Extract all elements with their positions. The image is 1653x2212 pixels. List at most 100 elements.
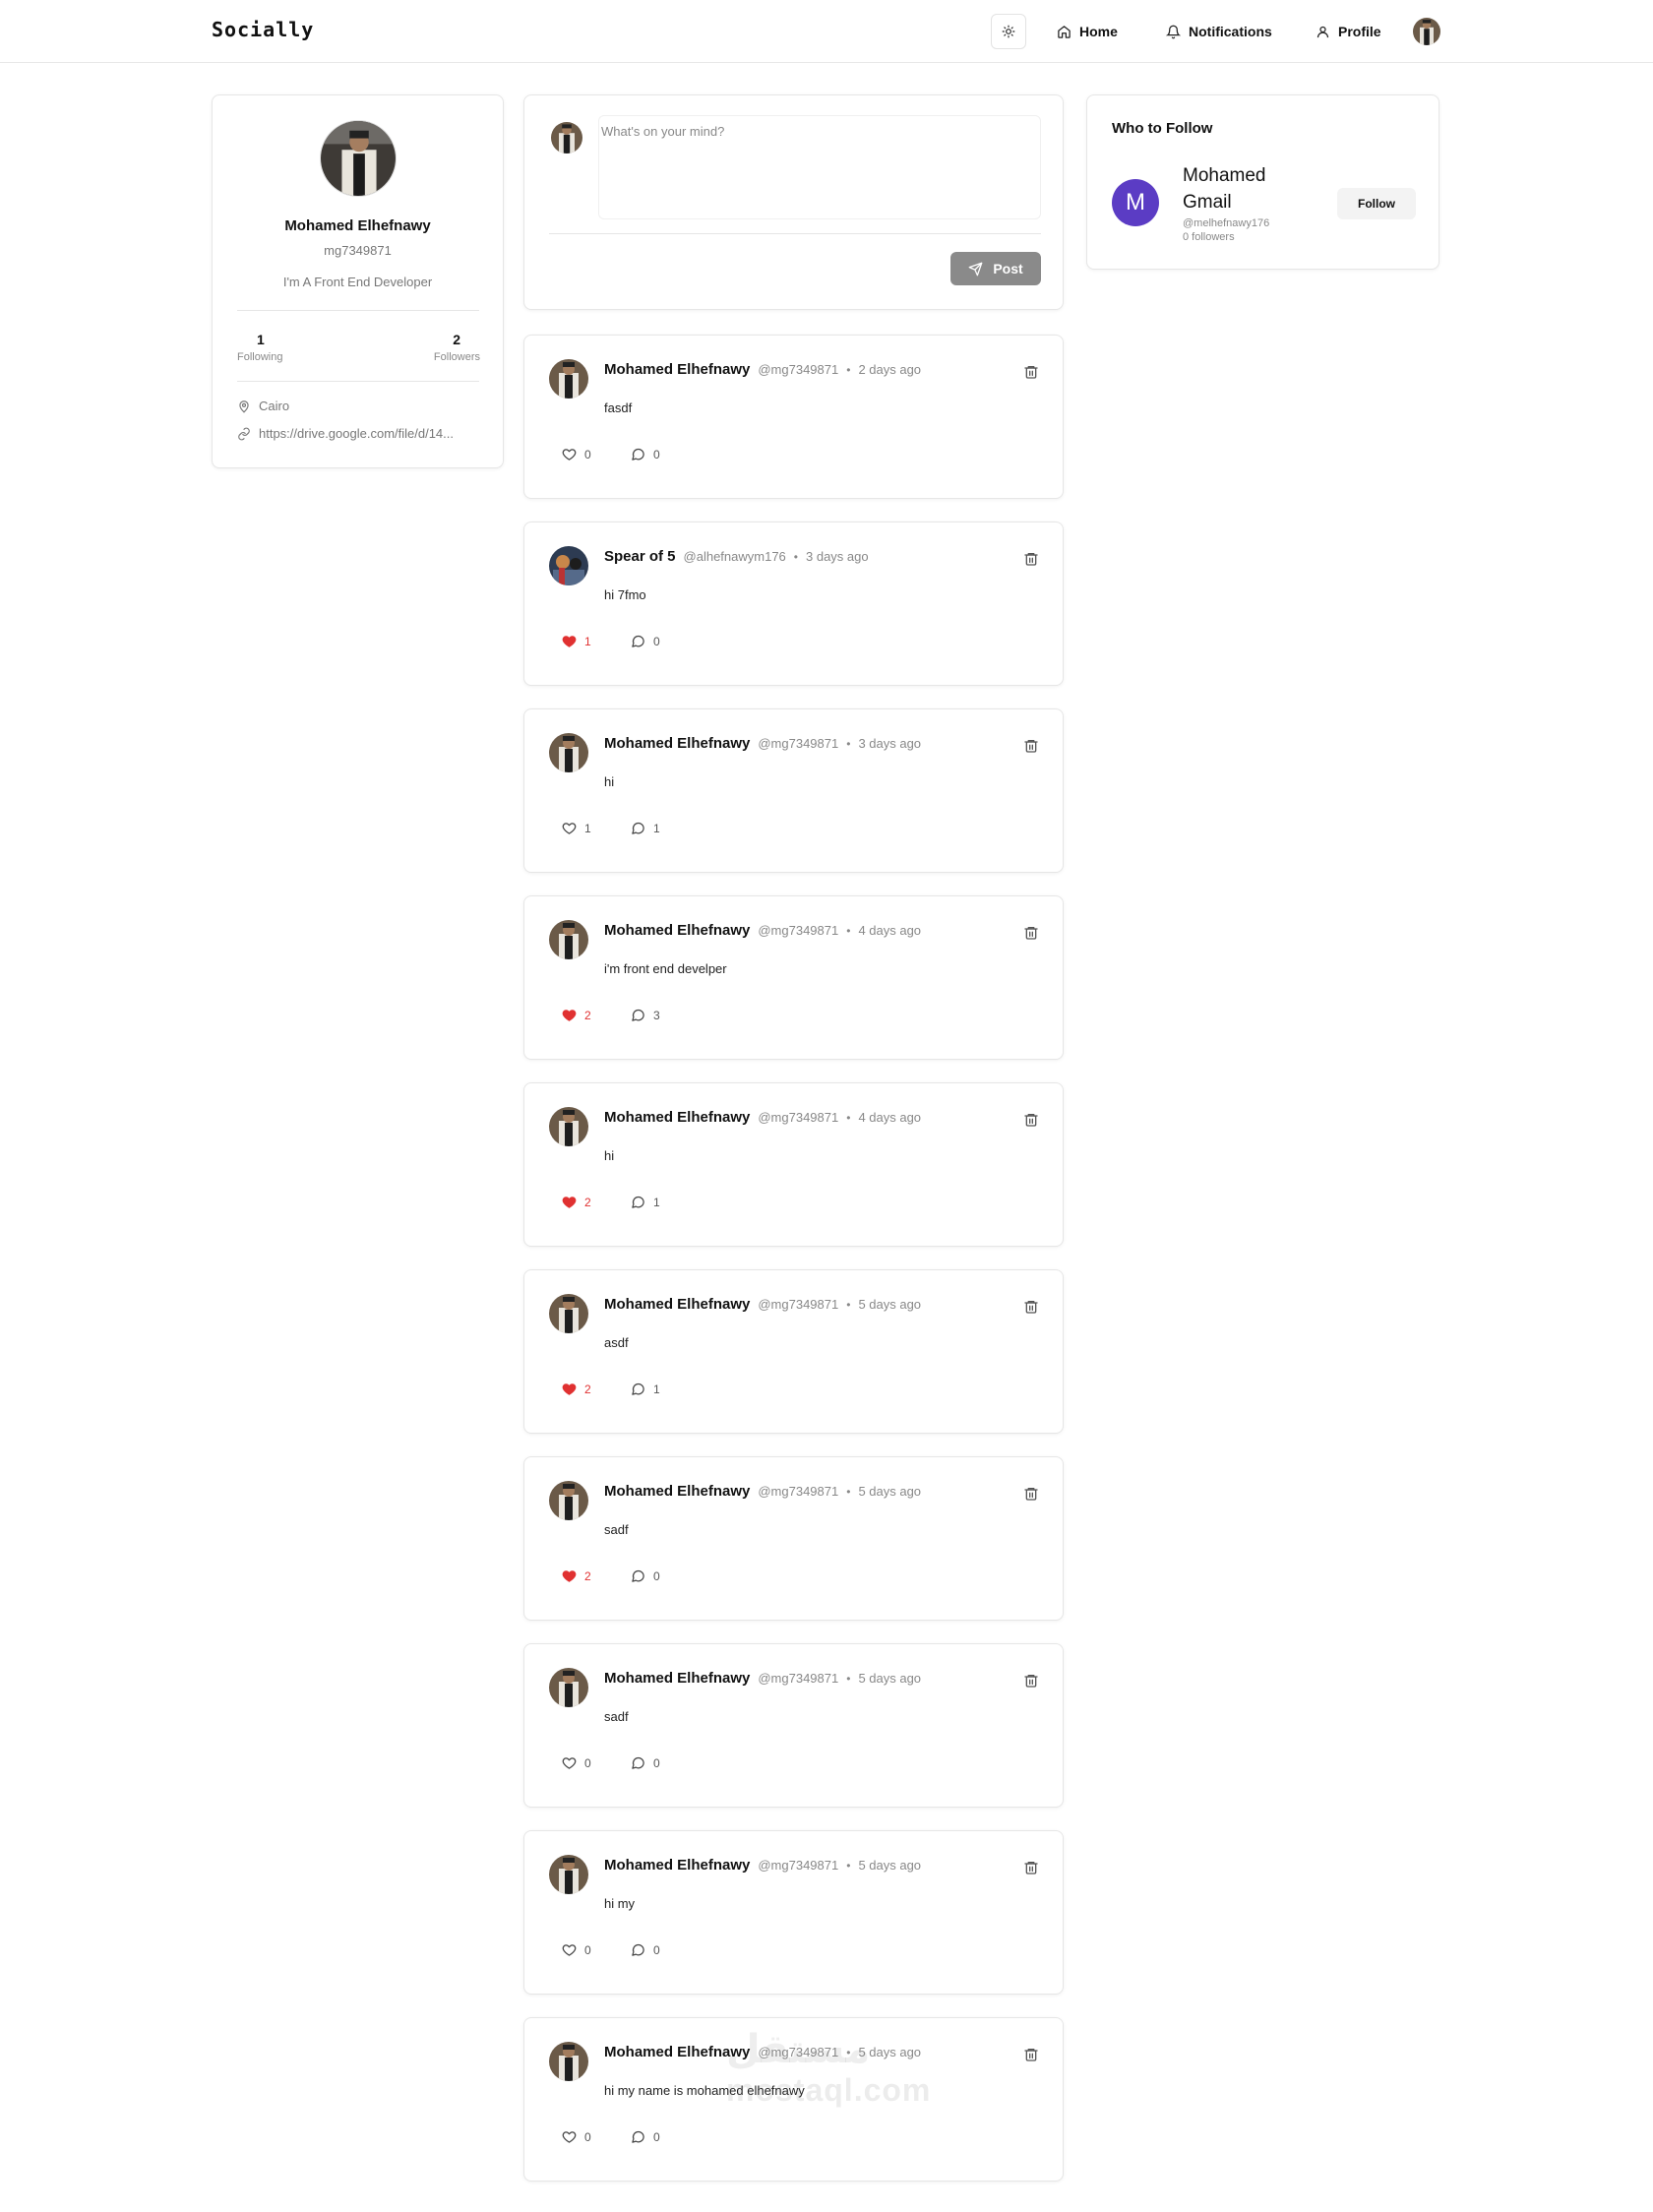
- post-author-handle: @mg7349871: [758, 923, 839, 938]
- comment-icon: [632, 1196, 644, 1208]
- comment-icon: [632, 1943, 644, 1956]
- theme-toggle-button[interactable]: [991, 14, 1026, 49]
- comment-count: 0: [653, 1568, 660, 1583]
- like-button[interactable]: 2: [562, 1008, 591, 1022]
- nav-home-label: Home: [1079, 24, 1118, 39]
- post-author-name[interactable]: Mohamed Elhefnawy: [604, 361, 750, 378]
- comment-icon: [632, 2130, 644, 2143]
- post-author-avatar[interactable]: [549, 1668, 588, 1707]
- delete-post-button[interactable]: [1023, 364, 1041, 382]
- post-author-avatar[interactable]: [549, 733, 588, 772]
- like-button[interactable]: 0: [562, 447, 591, 461]
- post-timestamp: 2 days ago: [858, 362, 922, 377]
- post-author-name[interactable]: Mohamed Elhefnawy: [604, 735, 750, 752]
- delete-post-button[interactable]: [1023, 1860, 1041, 1877]
- post-card: Mohamed Elhefnawy @mg7349871 • 4 days ago i'…: [523, 895, 1064, 1060]
- post-author-avatar[interactable]: [549, 1855, 588, 1894]
- comment-button[interactable]: 0: [631, 1568, 660, 1583]
- like-button[interactable]: 0: [562, 1755, 591, 1770]
- comment-button[interactable]: 0: [631, 1942, 660, 1957]
- like-count: 2: [584, 1382, 591, 1396]
- profile-card: Mohamed Elhefnawy mg7349871 I'm A Front …: [212, 94, 504, 468]
- post-author-name[interactable]: Mohamed Elhefnawy: [604, 1483, 750, 1500]
- like-count: 2: [584, 1195, 591, 1209]
- post-card: Mohamed Elhefnawy @mg7349871 • 5 days ago sa…: [523, 1456, 1064, 1621]
- followers-stat[interactable]: 2 Followers: [431, 332, 480, 363]
- post-button[interactable]: Post: [950, 252, 1041, 285]
- comment-icon: [632, 1382, 644, 1395]
- comment-button[interactable]: 0: [631, 2129, 660, 2144]
- post-card: Mohamed Elhefnawy @mg7349871 • 4 days ago hi…: [523, 1082, 1064, 1247]
- delete-post-button[interactable]: [1023, 738, 1041, 756]
- comment-button[interactable]: 1: [631, 1382, 660, 1396]
- comment-icon: [632, 822, 644, 834]
- nav-profile-link[interactable]: Profile: [1316, 20, 1381, 43]
- delete-post-button[interactable]: [1023, 1299, 1041, 1317]
- like-button[interactable]: 1: [562, 634, 591, 648]
- like-button[interactable]: 0: [562, 1942, 591, 1957]
- post-author-name[interactable]: Mohamed Elhefnawy: [604, 922, 750, 939]
- profile-avatar[interactable]: [320, 120, 397, 197]
- trash-icon: [1024, 1675, 1038, 1688]
- post-header: Mohamed Elhefnawy @mg7349871 • 5 days ago: [604, 1670, 921, 1687]
- nav-notifications-link[interactable]: Notifications: [1166, 20, 1272, 43]
- post-header: Spear of 5 @alhefnawym176 • 3 days ago: [604, 548, 869, 565]
- like-button[interactable]: 2: [562, 1195, 591, 1209]
- like-button[interactable]: 1: [562, 821, 591, 835]
- like-button[interactable]: 2: [562, 1382, 591, 1396]
- post-author-avatar[interactable]: [549, 920, 588, 959]
- profile-name[interactable]: Mohamed Elhefnawy: [213, 217, 503, 234]
- app-logo[interactable]: Socially: [212, 18, 314, 41]
- delete-post-button[interactable]: [1023, 551, 1041, 569]
- comment-button[interactable]: 1: [631, 821, 660, 835]
- following-stat[interactable]: 1 Following: [237, 332, 282, 363]
- post-author-handle: @mg7349871: [758, 362, 839, 377]
- post-author-avatar[interactable]: [549, 1294, 588, 1333]
- delete-post-button[interactable]: [1023, 2047, 1041, 2064]
- post-author-avatar[interactable]: [549, 359, 588, 399]
- suggested-user-avatar[interactable]: M: [1112, 179, 1159, 226]
- profile-bio: I'm A Front End Developer: [282, 275, 433, 289]
- post-author-name[interactable]: Mohamed Elhefnawy: [604, 1296, 750, 1313]
- post-author-name[interactable]: Spear of 5: [604, 548, 676, 565]
- comment-button[interactable]: 0: [631, 634, 660, 648]
- profile-website[interactable]: https://drive.google.com/file/d/14...: [237, 426, 483, 441]
- like-button[interactable]: 2: [562, 1568, 591, 1583]
- like-button[interactable]: 0: [562, 2129, 591, 2144]
- post-header: Mohamed Elhefnawy @mg7349871 • 4 days ago: [604, 922, 921, 939]
- like-count: 2: [584, 1008, 591, 1022]
- post-author-name[interactable]: Mohamed Elhefnawy: [604, 1109, 750, 1126]
- post-author-avatar[interactable]: [549, 1481, 588, 1520]
- website-link[interactable]: https://drive.google.com/file/d/14...: [259, 426, 454, 441]
- trash-icon: [1024, 1488, 1038, 1501]
- post-author-name[interactable]: Mohamed Elhefnawy: [604, 1670, 750, 1687]
- comment-button[interactable]: 0: [631, 1755, 660, 1770]
- location-text: Cairo: [259, 399, 290, 413]
- post-author-avatar[interactable]: [549, 1107, 588, 1146]
- delete-post-button[interactable]: [1023, 925, 1041, 943]
- suggested-user-name[interactable]: Mohamed Gmail: [1183, 162, 1301, 215]
- post-textarea[interactable]: [598, 115, 1041, 219]
- comment-button[interactable]: 3: [631, 1008, 660, 1022]
- follow-button[interactable]: Follow: [1337, 188, 1416, 219]
- nav-home-link[interactable]: Home: [1057, 20, 1118, 43]
- post-card: Mohamed Elhefnawy @mg7349871 • 2 days ago fa…: [523, 335, 1064, 499]
- post-author-avatar[interactable]: [549, 546, 588, 585]
- post-card: Mohamed Elhefnawy @mg7349871 • 5 days ago as…: [523, 1269, 1064, 1434]
- heart-icon: [562, 2131, 577, 2143]
- comment-count: 1: [653, 1195, 660, 1209]
- post-timestamp: 5 days ago: [858, 1858, 922, 1873]
- comment-button[interactable]: 1: [631, 1195, 660, 1209]
- user-icon: [1316, 26, 1329, 37]
- comment-button[interactable]: 0: [631, 447, 660, 461]
- delete-post-button[interactable]: [1023, 1673, 1041, 1690]
- post-author-avatar[interactable]: [549, 2042, 588, 2081]
- delete-post-button[interactable]: [1023, 1112, 1041, 1130]
- nav-user-avatar[interactable]: [1413, 18, 1440, 45]
- delete-post-button[interactable]: [1023, 1486, 1041, 1504]
- heart-icon: [562, 1383, 577, 1395]
- trash-icon: [1024, 1862, 1038, 1874]
- trash-icon: [1024, 366, 1038, 379]
- post-author-name[interactable]: Mohamed Elhefnawy: [604, 1857, 750, 1874]
- post-card: Spear of 5 @alhefnawym176 • 3 days ago hi 7f…: [523, 522, 1064, 686]
